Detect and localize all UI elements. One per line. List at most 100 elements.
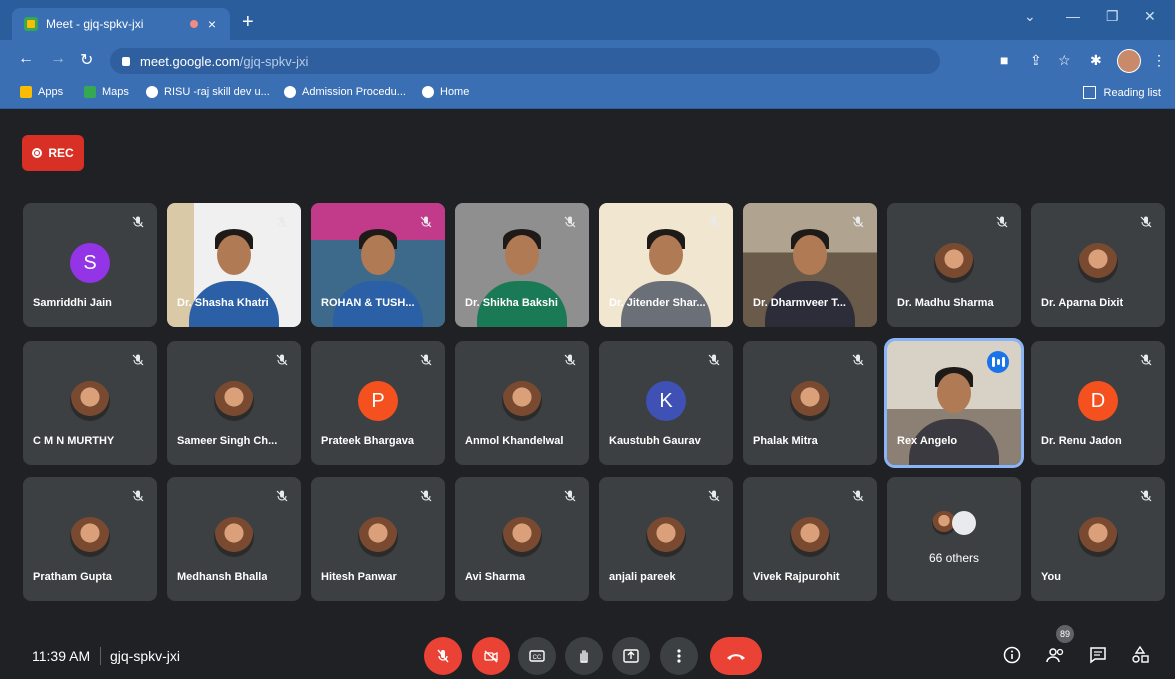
participant-tile[interactable]: Vivek Rajpurohit: [743, 477, 877, 601]
participant-name: Anmol Khandelwal: [465, 435, 564, 447]
camera-icon[interactable]: ■: [1000, 52, 1008, 68]
more-options-button[interactable]: [660, 637, 698, 675]
present-screen-button[interactable]: [612, 637, 650, 675]
maximize-button[interactable]: ❐: [1106, 8, 1119, 25]
participant-initial-avatar: P: [358, 381, 398, 421]
reload-icon[interactable]: ↻: [80, 50, 93, 70]
participant-name: Phalak Mitra: [753, 435, 818, 447]
mic-muted-icon: [275, 353, 291, 369]
participant-name: Dr. Jitender Shar...: [609, 297, 706, 309]
participant-tile[interactable]: anjali pareek: [599, 477, 733, 601]
participant-name: Dr. Aparna Dixit: [1041, 297, 1124, 309]
participant-name: Rex Angelo: [897, 435, 958, 447]
captions-icon: CC: [529, 650, 545, 662]
participant-name: Samriddhi Jain: [33, 297, 112, 309]
chat-button[interactable]: [1084, 641, 1112, 669]
participant-name: anjali pareek: [609, 571, 676, 583]
bookmark-apps[interactable]: Apps: [20, 86, 63, 98]
participant-tile[interactable]: P Prateek Bhargava: [311, 341, 445, 465]
mic-muted-icon: [131, 215, 147, 231]
participant-tile[interactable]: Dr. Shasha Khatri: [167, 203, 301, 327]
participant-avatar: [502, 517, 542, 557]
participant-tile[interactable]: S Samriddhi Jain: [23, 203, 157, 327]
participant-avatar: [1078, 517, 1118, 557]
share-icon[interactable]: ⇪: [1030, 52, 1042, 69]
close-tab-icon[interactable]: ×: [208, 16, 216, 32]
end-call-icon: [727, 654, 745, 660]
participant-tile[interactable]: Hitesh Panwar: [311, 477, 445, 601]
globe-icon: [422, 86, 434, 98]
minimize-button[interactable]: —: [1066, 8, 1080, 24]
participant-tile[interactable]: Pratham Gupta: [23, 477, 157, 601]
mic-muted-icon: [131, 353, 147, 369]
participant-avatar: [502, 381, 542, 421]
extensions-icon[interactable]: ✱: [1090, 52, 1102, 69]
participant-name: Dr. Shasha Khatri: [177, 297, 269, 309]
participant-initial-avatar: K: [646, 381, 686, 421]
forward-arrow-icon[interactable]: →: [50, 50, 66, 68]
activities-button[interactable]: [1126, 641, 1154, 669]
mic-muted-icon: [1139, 489, 1155, 505]
menu-dots-icon[interactable]: ⋮: [1152, 52, 1166, 69]
participant-tile[interactable]: Dr. Dharmveer T...: [743, 203, 877, 327]
bookmark-home[interactable]: Home: [422, 86, 469, 98]
new-tab-button[interactable]: +: [242, 12, 254, 32]
meeting-details-button[interactable]: [998, 641, 1026, 669]
bookmark-risu[interactable]: RISU -raj skill dev u...: [146, 86, 270, 98]
participant-tile[interactable]: Dr. Jitender Shar...: [599, 203, 733, 327]
participant-tile[interactable]: K Kaustubh Gaurav: [599, 341, 733, 465]
participant-avatar: [1078, 243, 1118, 283]
participant-initial-avatar: D: [1078, 381, 1118, 421]
url-host: meet.google.com: [140, 53, 240, 69]
participant-tile[interactable]: 66 others: [887, 477, 1021, 601]
microphone-toggle-button[interactable]: [424, 637, 462, 675]
address-bar[interactable]: meet.google.com/gjq-spkv-jxi: [110, 48, 940, 74]
others-count-label: 66 others: [928, 551, 980, 565]
globe-icon: [146, 86, 158, 98]
participant-name: Kaustubh Gaurav: [609, 435, 701, 447]
participant-tile[interactable]: Dr. Aparna Dixit: [1031, 203, 1165, 327]
participant-name: Hitesh Panwar: [321, 571, 397, 583]
participant-name: ROHAN & TUSH...: [321, 297, 415, 309]
participant-tile[interactable]: Anmol Khandelwal: [455, 341, 589, 465]
raise-hand-icon: [580, 650, 588, 663]
reading-list[interactable]: Reading list: [1082, 86, 1161, 99]
participant-name: Medhansh Bhalla: [177, 571, 268, 583]
participant-tile[interactable]: Rex Angelo: [884, 338, 1024, 468]
profile-avatar[interactable]: [1117, 49, 1141, 73]
participants-button[interactable]: [1042, 641, 1070, 669]
participant-avatar: [70, 517, 110, 557]
mic-muted-icon: [563, 353, 579, 369]
participant-tile[interactable]: Dr. Shikha Bakshi: [455, 203, 589, 327]
camera-toggle-button[interactable]: [472, 637, 510, 675]
close-window-button[interactable]: ✕: [1144, 8, 1156, 25]
participant-name: Dr. Renu Jadon: [1041, 435, 1122, 447]
participant-tile[interactable]: D Dr. Renu Jadon: [1031, 341, 1165, 465]
participant-name: You: [1041, 571, 1061, 583]
tab-search-icon[interactable]: ⌄: [1024, 8, 1036, 25]
mic-muted-icon: [275, 215, 291, 231]
participant-tile[interactable]: Medhansh Bhalla: [167, 477, 301, 601]
participant-tile[interactable]: ROHAN & TUSH...: [311, 203, 445, 327]
participant-tile[interactable]: Avi Sharma: [455, 477, 589, 601]
mic-muted-icon: [419, 489, 435, 505]
meet-favicon-icon: [24, 17, 38, 31]
bookmark-maps[interactable]: Maps: [84, 86, 129, 98]
participant-tile[interactable]: Dr. Madhu Sharma: [887, 203, 1021, 327]
participant-tile[interactable]: C M N MURTHY: [23, 341, 157, 465]
present-icon: [623, 649, 639, 663]
participant-tile[interactable]: Phalak Mitra: [743, 341, 877, 465]
mic-muted-icon: [851, 353, 867, 369]
back-arrow-icon[interactable]: ←: [18, 50, 34, 68]
mic-muted-icon: [131, 489, 147, 505]
participant-tile[interactable]: Sameer Singh Ch...: [167, 341, 301, 465]
star-icon[interactable]: ☆: [1058, 52, 1071, 69]
leave-call-button[interactable]: [710, 637, 762, 675]
bookmark-admission[interactable]: Admission Procedu...: [284, 86, 406, 98]
participant-tile[interactable]: You: [1031, 477, 1165, 601]
captions-button[interactable]: CC: [518, 637, 556, 675]
browser-tab[interactable]: Meet - gjq-spkv-jxi ×: [12, 8, 230, 40]
raise-hand-button[interactable]: [565, 637, 603, 675]
maps-icon: [84, 86, 96, 98]
speaking-indicator-icon: [987, 351, 1009, 373]
